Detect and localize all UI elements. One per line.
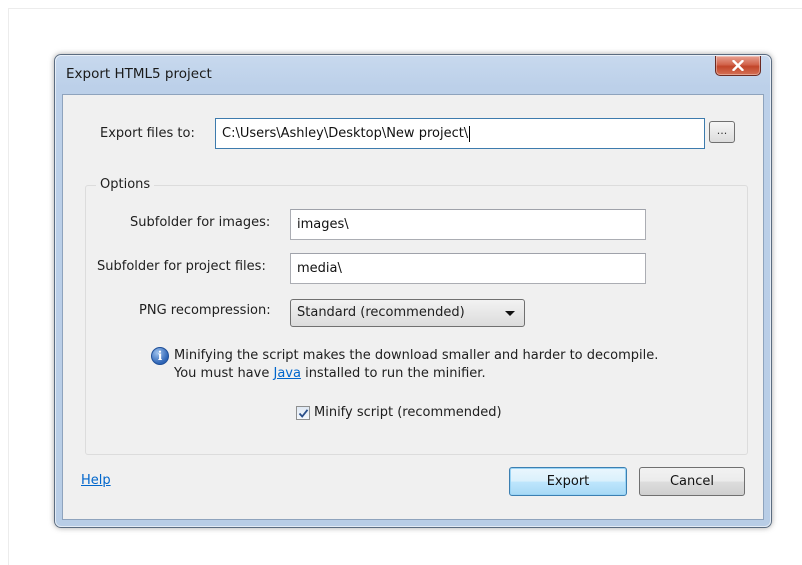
options-legend: Options bbox=[96, 177, 155, 192]
images-subfolder-input[interactable]: images\ bbox=[290, 209, 646, 240]
png-recompression-select[interactable]: Standard (recommended) bbox=[290, 299, 525, 327]
export-path-value: C:\Users\Ashley\Desktop\New project\ bbox=[222, 126, 469, 141]
minify-script-label: Minify script (recommended) bbox=[314, 405, 502, 420]
project-files-subfolder-label: Subfolder for project files: bbox=[97, 259, 266, 274]
chevron-down-icon bbox=[505, 311, 515, 316]
png-recompression-value: Standard (recommended) bbox=[297, 305, 465, 320]
close-button[interactable] bbox=[715, 56, 761, 76]
help-link[interactable]: Help bbox=[81, 473, 111, 488]
info-icon: i bbox=[151, 347, 169, 365]
images-subfolder-value: images\ bbox=[297, 217, 349, 232]
minify-info-prefix: You must have bbox=[174, 366, 274, 381]
dialog-client-area: Export files to: C:\Users\Ashley\Desktop… bbox=[62, 94, 764, 520]
export-dialog: Export HTML5 project Export files to: C:… bbox=[54, 54, 772, 528]
checkmark-icon bbox=[298, 409, 309, 418]
dialog-title: Export HTML5 project bbox=[66, 66, 212, 82]
java-link[interactable]: Java bbox=[273, 366, 300, 381]
minify-info-line2: You must have Java installed to run the … bbox=[174, 365, 658, 383]
images-subfolder-label: Subfolder for images: bbox=[130, 215, 271, 230]
export-path-input[interactable]: C:\Users\Ashley\Desktop\New project\ bbox=[215, 118, 705, 149]
minify-script-checkbox[interactable] bbox=[296, 406, 310, 420]
project-files-subfolder-input[interactable]: media\ bbox=[290, 253, 646, 284]
text-caret bbox=[469, 125, 471, 142]
close-icon bbox=[732, 60, 744, 71]
png-recompression-label: PNG recompression: bbox=[139, 303, 271, 318]
cancel-button[interactable]: Cancel bbox=[639, 467, 745, 496]
browse-button[interactable]: ... bbox=[709, 121, 735, 143]
export-path-label: Export files to: bbox=[100, 126, 195, 141]
minify-info-suffix: installed to run the minifier. bbox=[300, 366, 486, 381]
project-files-subfolder-value: media\ bbox=[297, 261, 342, 276]
export-button[interactable]: Export bbox=[509, 467, 627, 496]
minify-info-text: Minifying the script makes the download … bbox=[174, 347, 658, 383]
minify-info-line1: Minifying the script makes the download … bbox=[174, 348, 659, 363]
